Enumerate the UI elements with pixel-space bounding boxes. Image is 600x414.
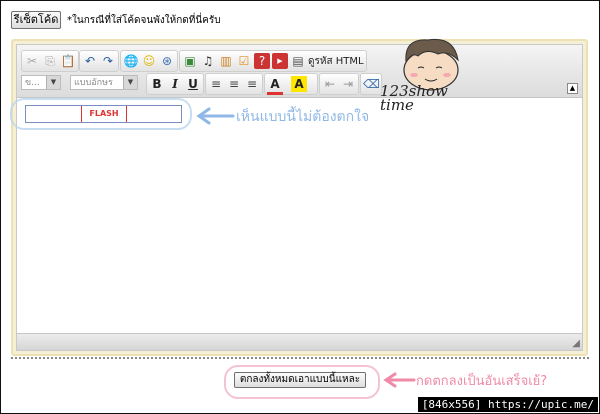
font-family-value: แบบอักษร [74, 78, 113, 88]
indent-group: ⇤ ⇥ [319, 73, 359, 95]
view-html-button[interactable]: ดูรหัส HTML [308, 54, 364, 69]
flash-label: FLASH [81, 106, 127, 122]
eraser-icon[interactable]: ⌫ [363, 76, 380, 92]
outdent-icon[interactable]: ⇤ [322, 76, 338, 92]
editor-content[interactable]: FLASH [10, 98, 582, 333]
italic-button[interactable]: I [167, 76, 183, 92]
editor-frame: ✂ ⎘ 📋 ↶ ↷ 🌐 ☺ ⊛ ▣ ♫ ▥ ☑ ? ▶ ▤ ดูรหัส HTM… [10, 39, 588, 356]
text-color-icon[interactable]: A [267, 76, 283, 95]
style-group: B I U [146, 73, 204, 95]
smiley-icon[interactable]: ☺ [141, 53, 157, 69]
reset-code-button[interactable]: รีเซ็ตโค้ด [11, 11, 61, 29]
source-icon[interactable]: ▤ [290, 53, 306, 69]
bold-button[interactable]: B [149, 76, 165, 92]
help-icon[interactable]: ? [254, 53, 270, 69]
underline-button[interactable]: U [185, 76, 201, 92]
dotted-divider [11, 357, 589, 359]
confirm-annotation: กดตกลงเป็นอันเสร็จเย้? [416, 374, 548, 389]
font-size-value: ข... [25, 78, 40, 88]
align-left-icon[interactable]: ≡ [208, 76, 224, 92]
flash-placeholder[interactable]: FLASH [25, 105, 182, 123]
watermark-text: [846x556] https://upic.me/ [417, 397, 598, 412]
insert-group-2: ▣ ♫ ▥ ☑ ? ▶ ▤ ดูรหัส HTML [179, 50, 367, 72]
collapse-toolbar-icon[interactable]: ▲ [567, 83, 578, 94]
confirm-all-button[interactable]: ตกลงทั้งหมดเอาแบบนี้แหละ [234, 372, 366, 388]
align-group: ≡ ≡ ≡ [205, 73, 263, 95]
hint-text: *ในกรณีที่ใส่โค้ดจนพังให้กดที่นี่ครับ [67, 15, 221, 26]
redo-icon[interactable]: ↷ [100, 53, 116, 69]
chart-icon[interactable]: ▥ [218, 53, 234, 69]
copy-icon[interactable]: ⎘ [42, 53, 58, 69]
chevron-down-icon: ▼ [123, 76, 137, 89]
editor-status-bar: ◢ [17, 333, 582, 350]
erase-group: ⌫ [360, 73, 382, 95]
signature-text: 123show time [380, 82, 448, 114]
font-size-select[interactable]: ข... ▼ [21, 75, 61, 90]
insert-group-1: 🌐 ☺ ⊛ [120, 50, 178, 72]
flash-annotation: เห็นแบบนี้ไม่ต้องตกใจ [236, 109, 370, 125]
rich-text-editor[interactable]: ✂ ⎘ 📋 ↶ ↷ 🌐 ☺ ⊛ ▣ ♫ ▥ ☑ ? ▶ ▤ ดูรหัส HTM… [10, 44, 583, 351]
checkbox-icon[interactable]: ☑ [236, 53, 252, 69]
paste-icon[interactable]: 📋 [60, 53, 76, 69]
undo-icon[interactable]: ↶ [82, 53, 98, 69]
align-center-icon[interactable]: ≡ [226, 76, 242, 92]
globe-icon[interactable]: ⊛ [159, 53, 175, 69]
font-family-select[interactable]: แบบอักษร ▼ [70, 75, 138, 90]
clipboard-group: ✂ ⎘ 📋 [21, 50, 79, 72]
music-icon[interactable]: ♫ [200, 53, 216, 69]
align-right-icon[interactable]: ≡ [244, 76, 260, 92]
highlight-color-icon[interactable]: A [291, 76, 307, 92]
resize-handle-icon[interactable]: ◢ [572, 338, 580, 349]
cut-icon[interactable]: ✂ [24, 53, 40, 69]
chevron-down-icon: ▼ [46, 76, 60, 89]
pink-arrow-icon [383, 372, 416, 388]
history-group: ↶ ↷ [79, 50, 119, 72]
youtube-icon[interactable]: ▶ [272, 53, 288, 69]
link-icon[interactable]: 🌐 [123, 53, 139, 69]
editor-toolbar: ✂ ⎘ 📋 ↶ ↷ 🌐 ☺ ⊛ ▣ ♫ ▥ ☑ ? ▶ ▤ ดูรหัส HTM… [17, 45, 582, 98]
blue-arrow-icon [196, 107, 235, 125]
image-icon[interactable]: ▣ [182, 53, 198, 69]
color-group: A A [264, 73, 318, 95]
indent-icon[interactable]: ⇥ [340, 76, 356, 92]
